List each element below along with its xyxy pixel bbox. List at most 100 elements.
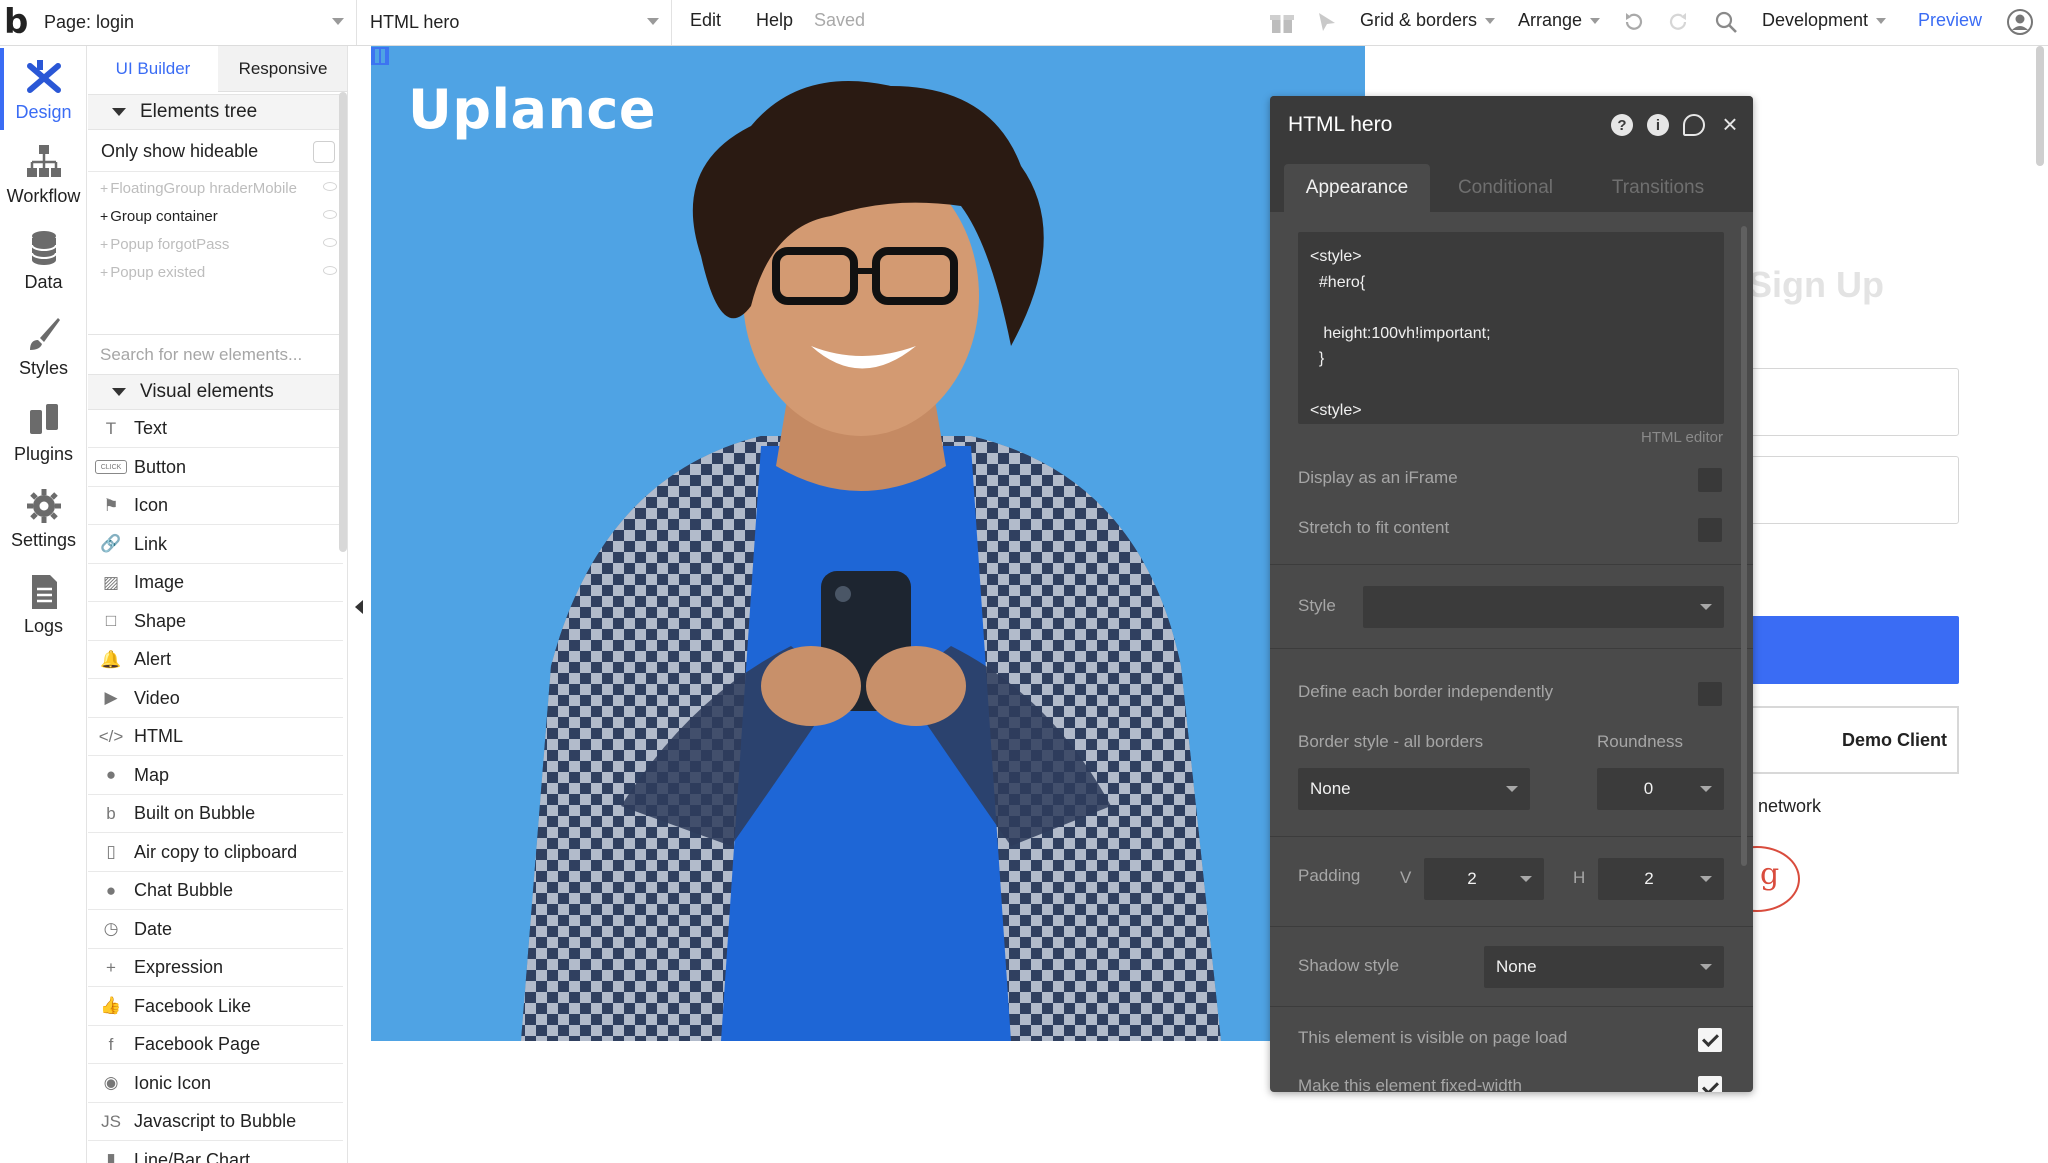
visual-element-label: Air copy to clipboard [134, 841, 298, 862]
menu-edit[interactable]: Edit [690, 10, 721, 31]
tab-appearance[interactable]: Appearance [1284, 164, 1430, 212]
collapse-panel-icon[interactable] [355, 600, 363, 614]
visual-element-item[interactable]: ● Map [88, 757, 343, 795]
nav-plugins[interactable]: Plugins [0, 390, 87, 474]
tree-item[interactable]: + FloatingGroup hraderMobile [88, 174, 343, 202]
elements-tree-header[interactable]: Elements tree [88, 94, 343, 130]
nav-data[interactable]: Data [0, 218, 87, 302]
preview-button[interactable]: Preview [1918, 10, 1982, 31]
border-style-dropdown[interactable]: None [1298, 768, 1530, 810]
search-icon[interactable] [1712, 8, 1740, 36]
menu-help[interactable]: Help [756, 10, 793, 31]
shadow-style-dropdown[interactable]: None [1484, 946, 1724, 988]
visual-element-item[interactable]: ▮ Line/Bar Chart [88, 1142, 343, 1163]
expand-plus-icon[interactable]: + [100, 264, 108, 280]
eye-icon[interactable] [323, 182, 337, 191]
visual-element-item[interactable]: 🔗 Link [88, 526, 343, 564]
expand-plus-icon[interactable]: + [100, 208, 108, 224]
gift-icon[interactable] [1268, 8, 1296, 36]
only-hideable-row[interactable]: Only show hideable [88, 132, 343, 172]
visual-element-item[interactable]: ⚑ Icon [88, 487, 343, 525]
visual-element-item[interactable]: </> HTML [88, 718, 343, 756]
element-selector[interactable]: HTML hero [358, 0, 672, 45]
cursor-icon[interactable] [1313, 8, 1341, 36]
visual-element-item[interactable]: 👍 Facebook Like [88, 988, 343, 1026]
grid-borders-menu[interactable]: Grid & borders [1360, 10, 1496, 31]
account-icon[interactable] [2006, 8, 2034, 36]
only-hideable-checkbox[interactable] [313, 141, 335, 163]
visual-element-item[interactable]: ◷ Date [88, 911, 343, 949]
panel-scrollbar[interactable] [339, 92, 347, 552]
style-dropdown[interactable] [1363, 586, 1724, 628]
element-type-icon: CLICK [95, 460, 127, 474]
html-code-editor[interactable]: <style> #hero{ height:100vh!important; }… [1298, 232, 1724, 424]
tree-item[interactable]: + Group container [88, 202, 343, 230]
nav-design-label: Design [15, 102, 72, 122]
tab-conditional[interactable]: Conditional [1438, 164, 1573, 212]
nav-logs[interactable]: Logs [0, 562, 87, 646]
visual-elements-header[interactable]: Visual elements [88, 374, 343, 410]
environment-menu[interactable]: Development [1762, 10, 1887, 31]
undo-icon[interactable] [1620, 8, 1648, 36]
html-hero[interactable] [371, 46, 1365, 1041]
bubble-logo-icon[interactable]: b [4, 2, 36, 42]
hero-person-image [521, 81, 1221, 1041]
visual-element-item[interactable]: f Facebook Page [88, 1026, 343, 1064]
expand-plus-icon[interactable]: + [100, 180, 108, 196]
tab-ui-builder[interactable]: UI Builder [88, 46, 218, 92]
tab-responsive[interactable]: Responsive [218, 46, 347, 92]
visual-element-item[interactable]: ● Chat Bubble [88, 872, 343, 910]
eye-icon[interactable] [323, 266, 337, 275]
define-border-checkbox[interactable] [1698, 682, 1722, 706]
close-icon[interactable]: × [1719, 111, 1741, 137]
comment-icon[interactable] [1683, 114, 1705, 136]
element-type-icon: 👍 [100, 996, 122, 1015]
tree-item[interactable]: + Popup existed [88, 258, 343, 286]
nav-styles[interactable]: Styles [0, 304, 87, 388]
visual-element-item[interactable]: T Text [88, 410, 343, 448]
eye-icon[interactable] [323, 238, 337, 247]
visual-element-item[interactable]: ◉ Ionic Icon [88, 1065, 343, 1103]
eye-icon[interactable] [323, 210, 337, 219]
nav-design[interactable]: Design [0, 48, 87, 132]
visual-element-item[interactable]: + Expression [88, 949, 343, 987]
visual-element-item[interactable]: □ Shape [88, 603, 343, 641]
help-icon[interactable]: ? [1611, 114, 1633, 136]
display-iframe-checkbox[interactable] [1698, 468, 1722, 492]
info-icon[interactable]: i [1647, 114, 1669, 136]
nav-workflow[interactable]: Workflow [0, 132, 87, 216]
roundness-value: 0 [1643, 779, 1654, 798]
visual-element-item[interactable]: ▶ Video [88, 680, 343, 718]
stretch-checkbox[interactable] [1698, 518, 1722, 542]
element-type-icon: 🔗 [100, 534, 122, 553]
visual-element-label: Button [134, 456, 187, 477]
visual-element-item[interactable]: b Built on Bubble [88, 795, 343, 833]
selection-handle-icon[interactable] [371, 47, 389, 65]
visual-element-item[interactable]: CLICK Button [88, 449, 343, 487]
visual-element-label: Alert [134, 649, 172, 669]
arrange-menu[interactable]: Arrange [1518, 10, 1601, 31]
visual-element-item[interactable]: ▨ Image [88, 564, 343, 602]
expand-plus-icon[interactable]: + [100, 236, 108, 252]
fixed-width-checkbox[interactable] [1698, 1076, 1722, 1092]
property-editor-scrollbar[interactable] [1741, 226, 1747, 866]
search-elements-input[interactable]: Search for new elements... [88, 334, 343, 374]
password-field[interactable] [1750, 456, 1959, 524]
visual-element-item[interactable]: JS Javascript to Bubble [88, 1103, 343, 1141]
padding-v-input[interactable]: 2 [1424, 858, 1544, 900]
chevron-down-icon [1506, 786, 1518, 792]
nav-settings[interactable]: Settings [0, 476, 87, 560]
padding-h-input[interactable]: 2 [1598, 858, 1724, 900]
page-scrollbar[interactable] [2036, 46, 2044, 166]
visual-element-item[interactable]: 🔔 Alert [88, 641, 343, 679]
roundness-input[interactable]: 0 [1597, 768, 1724, 810]
visible-on-load-checkbox[interactable] [1698, 1028, 1722, 1052]
redo-icon[interactable] [1664, 8, 1692, 36]
tree-item[interactable]: + Popup forgotPass [88, 230, 343, 258]
email-field[interactable] [1750, 368, 1959, 436]
page-selector[interactable]: Page: login [40, 0, 357, 45]
demo-client-button[interactable]: Demo Client [1750, 706, 1959, 774]
visual-element-item[interactable]: ▯ Air copy to clipboard [88, 834, 343, 872]
tab-transitions[interactable]: Transitions [1583, 164, 1733, 212]
signup-button[interactable] [1750, 616, 1959, 684]
